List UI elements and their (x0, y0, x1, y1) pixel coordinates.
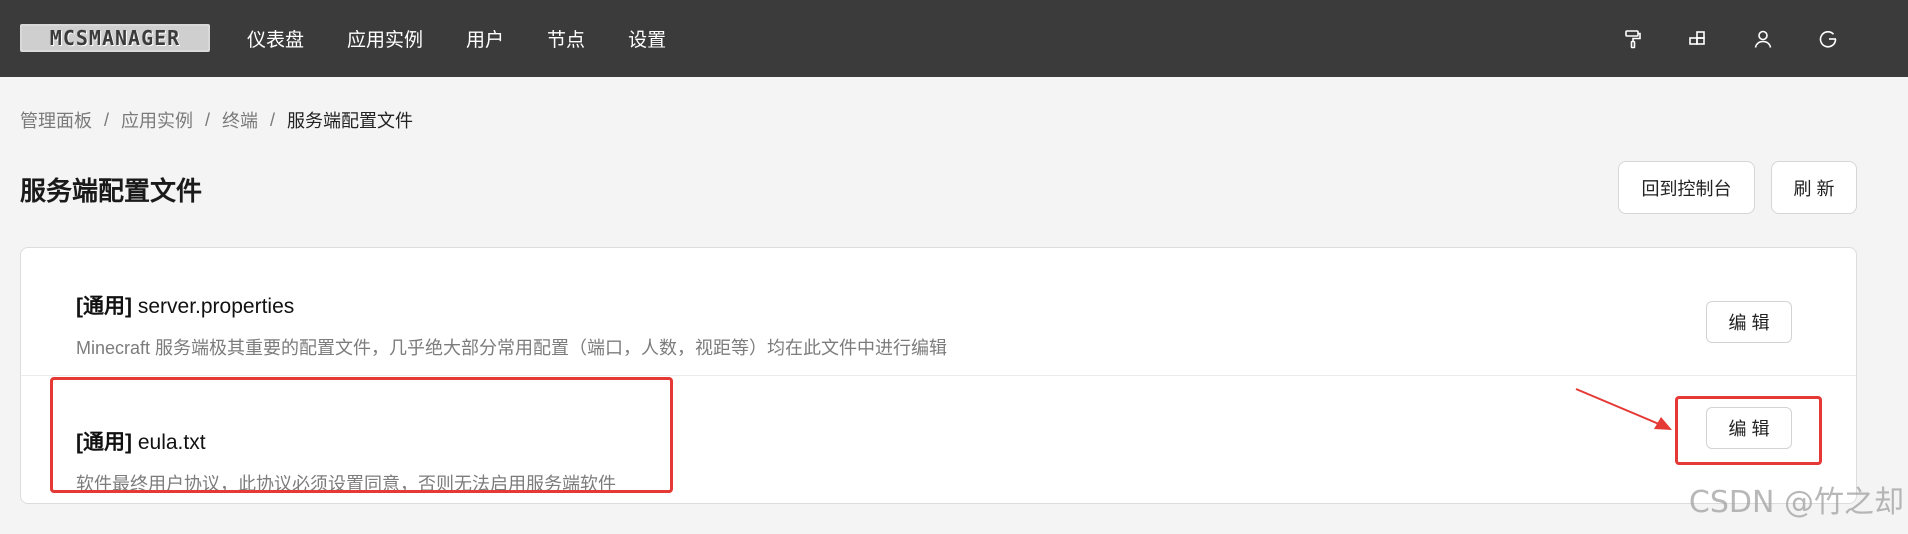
breadcrumb-current: 服务端配置文件 (287, 111, 414, 131)
breadcrumb-terminal[interactable]: 终端 (222, 107, 258, 133)
file-tag: [通用] (76, 295, 132, 318)
config-file-description: Minecraft 服务端极其重要的配置文件，几乎绝大部分常用配置（端口，人数，… (76, 338, 948, 358)
breadcrumb-separator: / (270, 109, 276, 130)
user-icon[interactable] (1751, 27, 1775, 51)
config-file-title: [通用] server.properties (76, 290, 294, 320)
app-logo[interactable]: MCSMANAGER (20, 24, 210, 52)
nav-item-nodes[interactable]: 节点 (547, 25, 585, 52)
back-to-console-button[interactable]: 回到控制台 (1618, 161, 1755, 214)
nav-item-settings[interactable]: 设置 (628, 25, 666, 52)
config-file-item: [通用] eula.txt 软件最终用户协议，此协议必须设置同意，否则无法启用服… (21, 376, 1856, 504)
breadcrumb-separator: / (205, 109, 211, 130)
paint-roller-icon[interactable] (1621, 27, 1645, 51)
config-file-item: [通用] server.properties Minecraft 服务端极其重要… (21, 248, 1856, 376)
edit-eula-button[interactable]: 编 辑 (1706, 407, 1792, 449)
file-name: server.properties (137, 295, 295, 318)
page-title: 服务端配置文件 (20, 176, 203, 206)
breadcrumb: 管理面板 / 应用实例 / 终端 / 服务端配置文件 (20, 107, 413, 133)
breadcrumb-instances[interactable]: 应用实例 (121, 107, 193, 133)
edit-server-properties-button[interactable]: 编 辑 (1706, 301, 1792, 343)
config-file-list: [通用] server.properties Minecraft 服务端极其重要… (20, 247, 1857, 504)
top-navbar: MCSMANAGER 仪表盘 应用实例 用户 节点 设置 (0, 0, 1908, 77)
config-file-title: [通用] eula.txt (76, 426, 206, 456)
main-nav: 仪表盘 应用实例 用户 节点 设置 (247, 0, 709, 77)
breadcrumb-panel[interactable]: 管理面板 (20, 107, 92, 133)
watermark: CSDN @竹之却 (1688, 485, 1904, 520)
nav-item-users[interactable]: 用户 (466, 25, 504, 52)
logout-icon[interactable] (1816, 27, 1840, 51)
breadcrumb-separator: / (104, 109, 110, 130)
top-icon-group (1580, 0, 1840, 77)
file-name: eula.txt (137, 431, 206, 454)
nav-item-dashboard[interactable]: 仪表盘 (247, 25, 304, 52)
refresh-button[interactable]: 刷 新 (1771, 161, 1857, 214)
nav-item-instances[interactable]: 应用实例 (347, 25, 423, 52)
config-file-description: 软件最终用户协议，此协议必须设置同意，否则无法启用服务端软件 (76, 474, 616, 494)
app-grid-icon[interactable] (1686, 27, 1710, 51)
file-tag: [通用] (76, 431, 132, 454)
